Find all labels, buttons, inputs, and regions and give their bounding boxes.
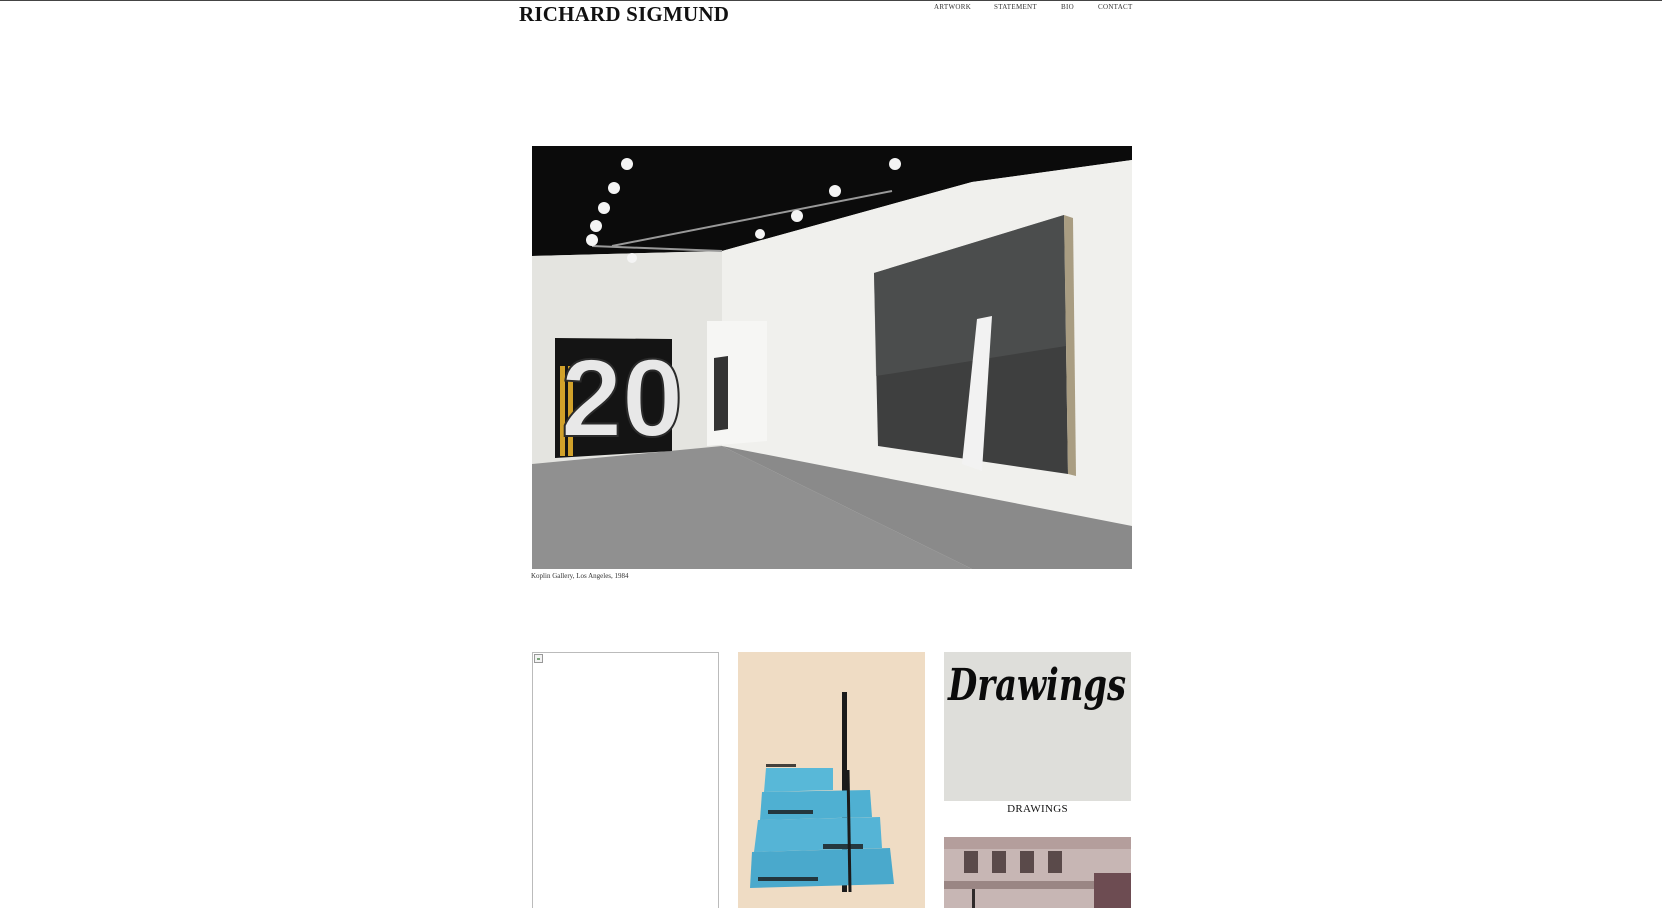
main-nav: ARTWORK STATEMENT BIO CONTACT (0, 3, 1662, 15)
hero-gallery-photo: 20 (532, 146, 1132, 569)
drawings-image-text: Drawings (946, 660, 1126, 711)
top-border (0, 0, 1662, 1)
gallery-thumbnail-sculpture[interactable] (738, 652, 925, 908)
hero-caption: Koplin Gallery, Los Angeles, 1984 (531, 572, 629, 580)
gallery-thumbnail-broken[interactable] (532, 652, 719, 908)
gallery-thumbnail-building[interactable] (944, 837, 1131, 908)
nav-contact[interactable]: CONTACT (1098, 3, 1133, 11)
drawings-label[interactable]: DRAWINGS (944, 803, 1131, 815)
nav-bio[interactable]: BIO (1061, 3, 1074, 11)
gallery-thumbnail-drawings[interactable]: Drawings (944, 652, 1131, 801)
nav-statement[interactable]: STATEMENT (994, 3, 1037, 11)
hero-painting-number: 20 (561, 337, 683, 460)
broken-image-icon (534, 654, 543, 663)
nav-artwork[interactable]: ARTWORK (934, 3, 971, 11)
